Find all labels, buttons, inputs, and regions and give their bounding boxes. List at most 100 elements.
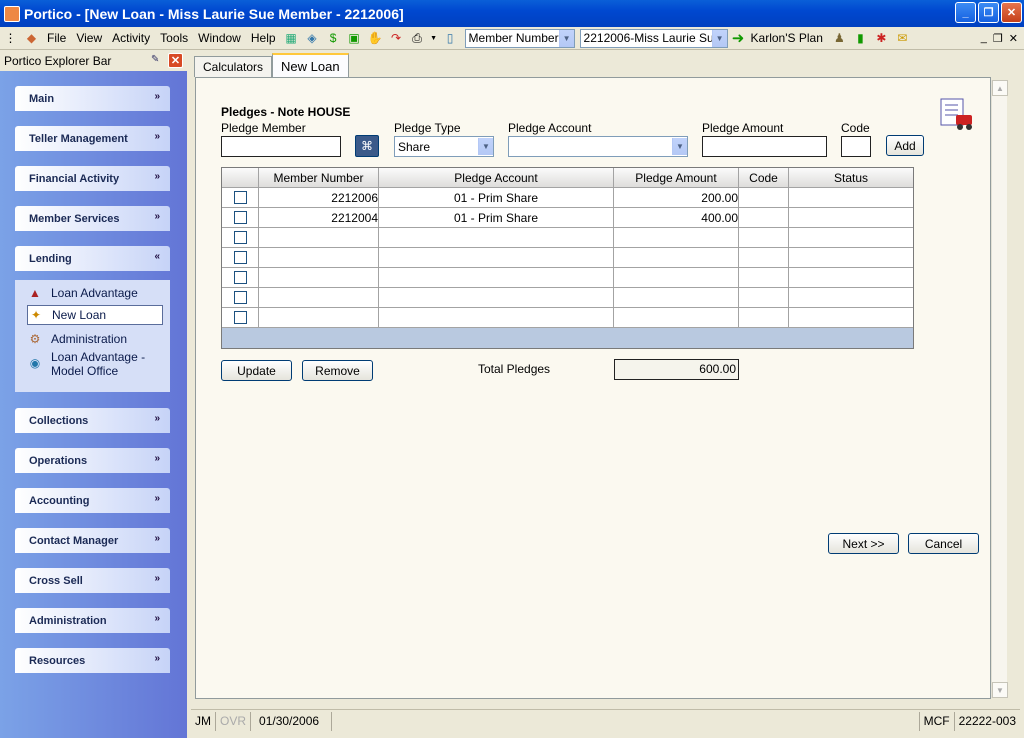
table-cell[interactable] bbox=[614, 268, 739, 288]
table-cell[interactable] bbox=[614, 248, 739, 268]
row-checkbox[interactable] bbox=[233, 231, 247, 244]
add-button[interactable]: Add bbox=[886, 135, 924, 156]
table-cell[interactable] bbox=[259, 288, 379, 308]
table-cell[interactable] bbox=[259, 228, 379, 248]
table-cell[interactable] bbox=[739, 188, 789, 208]
table-cell[interactable] bbox=[739, 228, 789, 248]
row-checkbox[interactable] bbox=[233, 251, 247, 264]
chevron-down-icon[interactable]: » bbox=[154, 533, 160, 544]
table-cell[interactable] bbox=[739, 288, 789, 308]
mdi-restore-button[interactable]: ❐ bbox=[993, 32, 1003, 45]
group-member-services[interactable]: Member Services » bbox=[15, 206, 170, 231]
sidebar-item-loan-advantage[interactable]: ▲ Loan Advantage bbox=[27, 283, 163, 303]
table-cell[interactable]: 400.00 bbox=[614, 208, 739, 228]
mdi-minimize-button[interactable]: _ bbox=[981, 32, 987, 45]
column-header[interactable]: Pledge Amount bbox=[614, 168, 739, 188]
menu-file[interactable]: File bbox=[42, 31, 71, 45]
table-cell[interactable]: 01 - Prim Share bbox=[379, 208, 614, 228]
chevron-down-icon[interactable]: » bbox=[154, 211, 160, 222]
next-button[interactable]: Next >> bbox=[828, 533, 899, 554]
table-cell[interactable] bbox=[379, 228, 614, 248]
chevron-down-icon[interactable]: » bbox=[154, 453, 160, 464]
row-checkbox[interactable] bbox=[233, 191, 247, 204]
table-cell[interactable] bbox=[379, 268, 614, 288]
table-cell[interactable] bbox=[789, 288, 913, 308]
chevron-down-icon[interactable]: » bbox=[154, 413, 160, 424]
title-bar[interactable]: Portico - [New Loan - Miss Laurie Sue Me… bbox=[0, 0, 1024, 27]
cancel-button[interactable]: Cancel bbox=[908, 533, 979, 554]
column-header[interactable]: Status bbox=[789, 168, 913, 188]
group-main[interactable]: Main » bbox=[15, 86, 170, 111]
scroll-down-icon[interactable]: ▼ bbox=[992, 682, 1008, 698]
table-cell[interactable] bbox=[789, 188, 913, 208]
group-lending[interactable]: Lending « bbox=[15, 246, 170, 271]
table-cell[interactable]: 200.00 bbox=[614, 188, 739, 208]
tab-calculators[interactable]: Calculators bbox=[194, 56, 273, 77]
group-operations[interactable]: Operations » bbox=[15, 448, 170, 473]
menu-help[interactable]: Help bbox=[246, 31, 281, 45]
row-checkbox[interactable] bbox=[233, 311, 247, 324]
scroll-up-icon[interactable]: ▲ bbox=[992, 80, 1008, 96]
table-cell[interactable] bbox=[614, 308, 739, 328]
mail-icon[interactable]: ✉ bbox=[894, 30, 911, 46]
tab-new-loan[interactable]: New Loan bbox=[272, 53, 349, 77]
chevron-down-icon[interactable]: » bbox=[154, 493, 160, 504]
group-financial-activity[interactable]: Financial Activity » bbox=[15, 166, 170, 191]
chevron-down-icon[interactable]: » bbox=[154, 613, 160, 624]
app-menu-icon[interactable]: ◆ bbox=[23, 30, 40, 46]
row-checkbox[interactable] bbox=[233, 271, 247, 284]
table-cell[interactable] bbox=[379, 288, 614, 308]
table-cell[interactable] bbox=[379, 308, 614, 328]
menu-window[interactable]: Window bbox=[193, 31, 246, 45]
table-cell[interactable]: 01 - Prim Share bbox=[379, 188, 614, 208]
sidebar-item-administration[interactable]: ⚙ Administration bbox=[27, 329, 163, 349]
table-cell[interactable] bbox=[614, 288, 739, 308]
pin-icon[interactable]: ✎ bbox=[151, 54, 165, 68]
table-cell[interactable] bbox=[259, 248, 379, 268]
hand-icon[interactable]: ✋ bbox=[367, 30, 384, 46]
mdi-close-button[interactable]: ✕ bbox=[1009, 32, 1018, 45]
table-cell[interactable] bbox=[789, 248, 913, 268]
chevron-up-icon[interactable]: « bbox=[154, 251, 160, 262]
people-icon[interactable]: ♟ bbox=[831, 30, 848, 46]
minimize-button[interactable]: _ bbox=[955, 2, 976, 23]
table-cell[interactable] bbox=[739, 308, 789, 328]
sidebar-item-new-loan[interactable]: ✦ New Loan bbox=[27, 305, 163, 325]
chevron-down-icon[interactable]: » bbox=[154, 131, 160, 142]
chevron-down-icon[interactable]: ▼ bbox=[711, 29, 727, 47]
restore-button[interactable]: ❐ bbox=[978, 2, 999, 23]
table-cell[interactable] bbox=[739, 268, 789, 288]
table-cell[interactable] bbox=[789, 308, 913, 328]
plan-label[interactable]: Karlon'S Plan bbox=[751, 31, 823, 45]
group-resources[interactable]: Resources » bbox=[15, 648, 170, 673]
chevron-down-icon[interactable]: ▼ bbox=[558, 29, 574, 47]
chevron-down-icon[interactable]: » bbox=[154, 653, 160, 664]
member-select[interactable]: 2212006-Miss Laurie Sue ▼ bbox=[579, 28, 728, 48]
update-button[interactable]: Update bbox=[221, 360, 292, 381]
group-collections[interactable]: Collections » bbox=[15, 408, 170, 433]
column-header[interactable]: Member Number bbox=[259, 168, 379, 188]
table-cell[interactable] bbox=[739, 248, 789, 268]
table-cell[interactable] bbox=[259, 308, 379, 328]
group-teller-management[interactable]: Teller Management » bbox=[15, 126, 170, 151]
menu-tools[interactable]: Tools bbox=[155, 31, 193, 45]
table-cell[interactable] bbox=[614, 228, 739, 248]
sidebar-item-loan-advantage-model-office[interactable]: ◉ Loan Advantage - Model Office bbox=[27, 350, 163, 380]
table-cell[interactable] bbox=[789, 228, 913, 248]
alert-car-icon[interactable]: ✱ bbox=[873, 30, 890, 46]
battery-icon[interactable]: ▮ bbox=[852, 30, 869, 46]
table-cell[interactable]: 2212004 bbox=[259, 208, 379, 228]
chevron-down-icon[interactable]: ▼ bbox=[430, 30, 438, 46]
chevron-down-icon[interactable]: ▼ bbox=[478, 138, 493, 155]
redo-arrow-icon[interactable]: ↷ bbox=[388, 30, 405, 46]
column-header[interactable]: Pledge Account bbox=[379, 168, 614, 188]
chevron-down-icon[interactable]: » bbox=[154, 91, 160, 102]
dollar-icon[interactable]: $ bbox=[325, 30, 342, 46]
code-input[interactable] bbox=[841, 136, 871, 157]
chevron-down-icon[interactable]: » bbox=[154, 573, 160, 584]
vertical-scrollbar[interactable]: ▲ ▼ bbox=[991, 80, 1008, 698]
transfer-icon[interactable]: ◈ bbox=[304, 30, 321, 46]
lookup-type-select[interactable]: Member Number ▼ bbox=[464, 28, 575, 48]
group-contact-manager[interactable]: Contact Manager » bbox=[15, 528, 170, 553]
chevron-down-icon[interactable]: ▼ bbox=[672, 138, 687, 155]
